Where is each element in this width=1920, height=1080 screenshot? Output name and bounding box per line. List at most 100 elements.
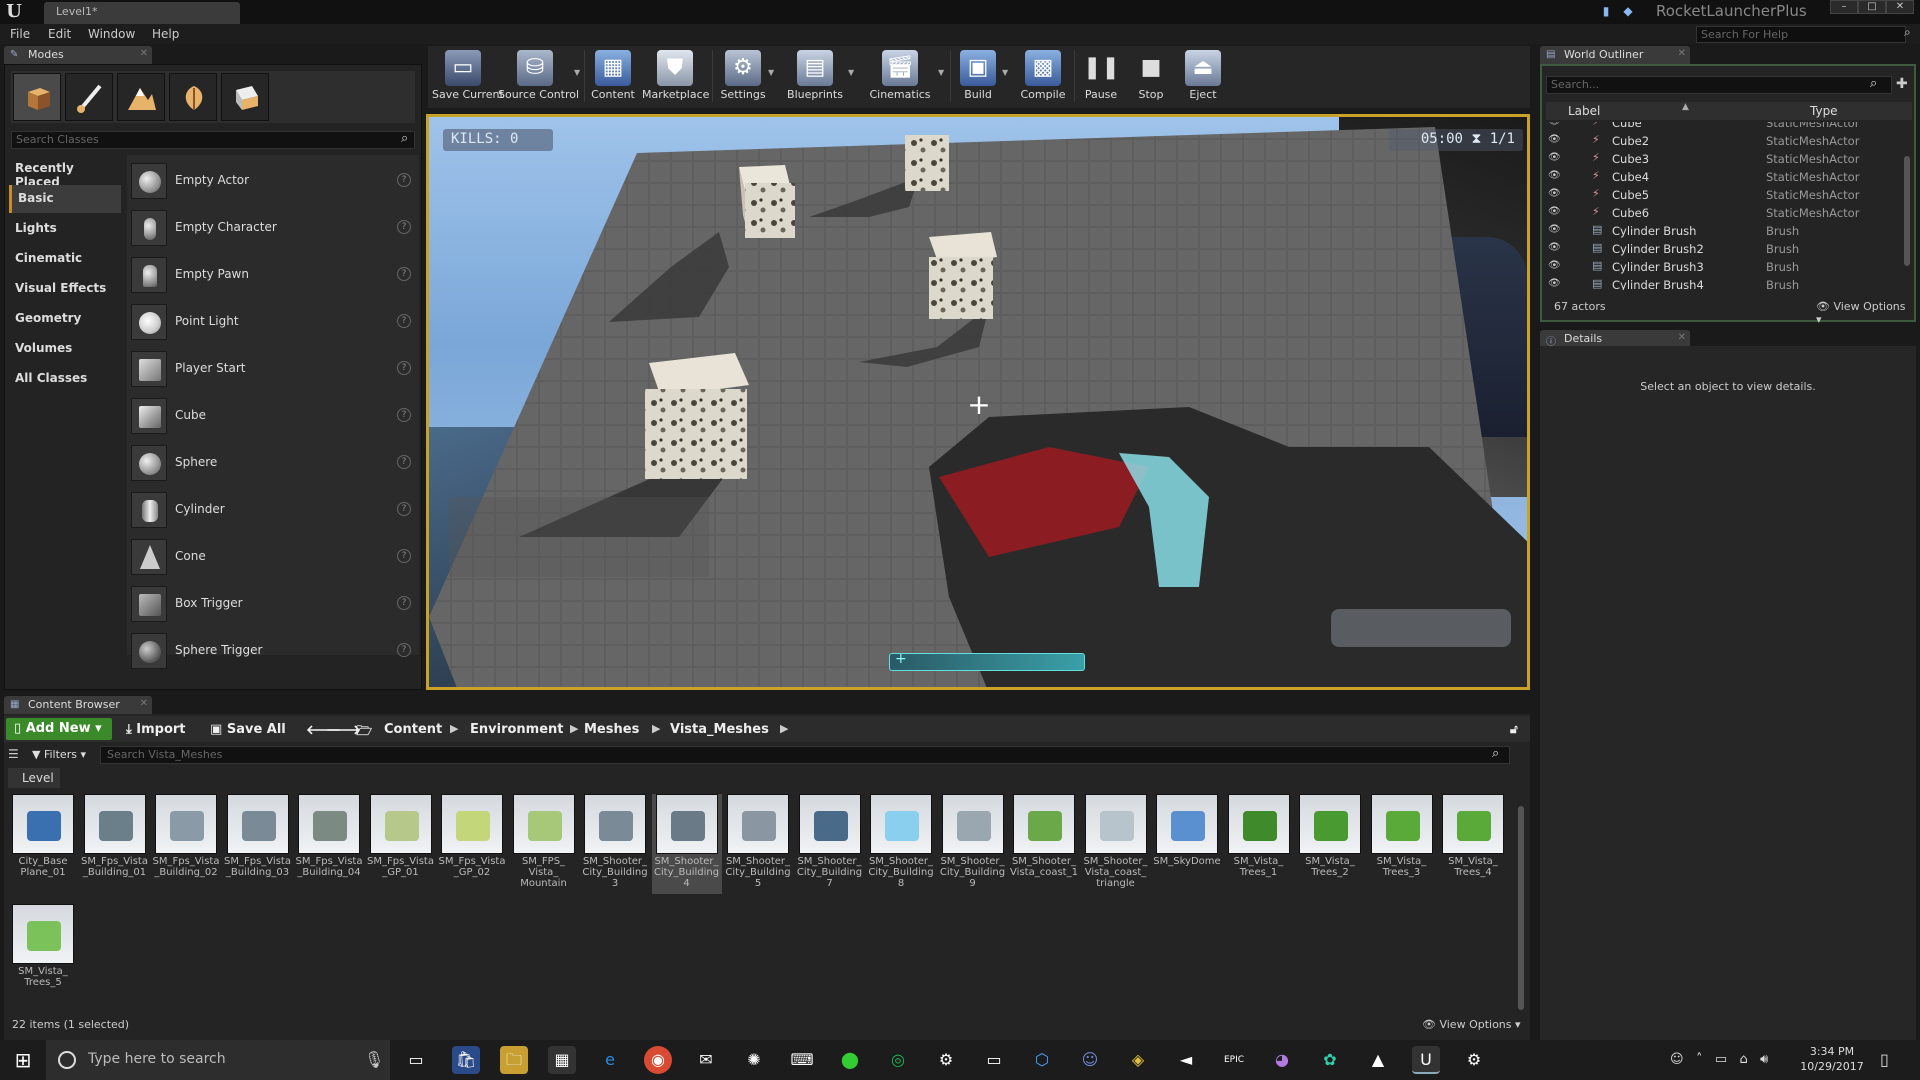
discord-icon[interactable]: ☺ xyxy=(1076,1046,1104,1074)
outliner-search-input[interactable]: Search... xyxy=(1546,76,1892,94)
settings-icon[interactable]: ⚙ xyxy=(1460,1046,1488,1074)
cinematics-button[interactable]: 🎬︎ Cinematics xyxy=(864,48,936,106)
outliner-row[interactable]: 👁︎ ▤ Cylinder Brush4 Brush xyxy=(1546,276,1902,290)
help-icon[interactable]: ? xyxy=(397,643,411,657)
level-filter-chip[interactable]: Level xyxy=(8,768,60,788)
windows-start-icon[interactable]: ⊞ xyxy=(0,1040,46,1080)
class-item-empty-character[interactable]: Empty Character ? xyxy=(127,206,419,253)
visibility-eye-icon[interactable]: 👁︎ xyxy=(1548,278,1562,289)
class-item-cube[interactable]: Cube ? xyxy=(127,394,419,441)
breadcrumb-arrow-icon[interactable]: ▶ xyxy=(450,722,458,735)
asset-tile[interactable]: SM_Shooter_ City_Building 7 xyxy=(795,794,865,894)
asset-tile[interactable]: SM_Fps_Vista _GP_01 xyxy=(366,794,436,894)
asset-tile[interactable]: SM_Fps_Vista _GP_02 xyxy=(437,794,507,894)
search-icon[interactable]: ⌕ xyxy=(401,131,415,149)
stop-button[interactable]: ■ Stop xyxy=(1128,48,1174,106)
system-tray[interactable]: ☺ ˄ ▭ ⌂ 🔊︎ xyxy=(1670,1052,1768,1067)
breadcrumb-arrow-icon[interactable]: ▶ xyxy=(780,722,788,735)
close-icon[interactable]: ✕ xyxy=(140,698,148,709)
media-icon[interactable]: ◄ xyxy=(1172,1046,1200,1074)
lock-icon[interactable]: 🔓︎ xyxy=(1510,722,1518,737)
search-icon[interactable]: ⌕ xyxy=(1904,25,1918,42)
breadcrumb-content[interactable]: Content xyxy=(384,722,442,737)
help-icon[interactable]: ? xyxy=(397,361,411,375)
add-folder-icon[interactable]: ✚ xyxy=(1896,76,1912,94)
close-icon[interactable]: ✕ xyxy=(1678,332,1686,343)
outliner-row[interactable]: 👁︎ ⚡︎ Cube4 StaticMeshActor xyxy=(1546,168,1902,186)
menu-window[interactable]: Window xyxy=(88,27,135,41)
help-icon[interactable]: ? xyxy=(397,549,411,563)
asset-tile[interactable]: SM_Vista_ Trees_4 xyxy=(1438,794,1508,894)
eject-button[interactable]: ⏏ Eject xyxy=(1180,48,1226,106)
category-all-classes[interactable]: All Classes xyxy=(9,365,121,393)
geometry-mode-button[interactable] xyxy=(221,73,269,121)
help-icon[interactable]: ? xyxy=(397,455,411,469)
close-icon[interactable]: ✕ xyxy=(1678,48,1686,59)
xbox-icon[interactable]: ⬤ xyxy=(836,1046,864,1074)
visibility-eye-icon[interactable]: 👁︎ xyxy=(1548,260,1562,271)
search-classes-input[interactable]: Search Classes xyxy=(11,131,415,149)
mail-icon[interactable]: ✉ xyxy=(692,1046,720,1074)
foliage-mode-button[interactable] xyxy=(169,73,217,121)
asset-tile[interactable]: City_Base Plane_01 xyxy=(8,794,78,894)
column-label[interactable]: Label xyxy=(1568,104,1600,118)
class-item-box-trigger[interactable]: Box Trigger ? xyxy=(127,582,419,629)
asset-tile[interactable]: SM_Fps_Vista _Building_03 xyxy=(223,794,293,894)
close-icon[interactable]: ✕ xyxy=(140,48,148,59)
help-icon[interactable]: ? xyxy=(397,502,411,516)
visual-studio-icon[interactable]: ⬡ xyxy=(1028,1046,1056,1074)
category-visual-effects[interactable]: Visual Effects xyxy=(9,275,121,303)
visibility-eye-icon[interactable]: 👁︎ xyxy=(1548,206,1562,217)
cube-app-icon[interactable]: ◈ xyxy=(1124,1046,1152,1074)
tab-content-browser[interactable]: ▦ Content Browser ✕ xyxy=(4,696,152,714)
category-geometry[interactable]: Geometry xyxy=(9,305,121,333)
class-item-sphere-trigger[interactable]: Sphere Trigger ? xyxy=(127,629,419,676)
visibility-eye-icon[interactable]: 👁︎ xyxy=(1548,152,1562,163)
feedback-icon[interactable]: ◆ xyxy=(1620,4,1636,18)
visibility-eye-icon[interactable]: 👁︎ xyxy=(1548,224,1562,235)
asset-tile[interactable]: SM_Vista_ Trees_1 xyxy=(1224,794,1294,894)
import-button[interactable]: ⤓ Import xyxy=(126,722,186,737)
breadcrumb-meshes[interactable]: Meshes xyxy=(584,722,639,737)
breadcrumb-environment[interactable]: Environment xyxy=(470,722,564,737)
marketplace-button[interactable]: ⛊ Marketplace xyxy=(642,48,709,106)
chevron-down-icon[interactable]: ▼ xyxy=(848,68,856,77)
file-explorer-icon[interactable]: 🗀 xyxy=(500,1046,528,1074)
asset-scrollbar[interactable] xyxy=(1518,806,1524,1010)
menu-help[interactable]: Help xyxy=(152,27,179,41)
category-recently-placed[interactable]: Recently Placed xyxy=(9,155,121,189)
asset-tile[interactable]: SM_FPS_ Vista_ Mountain xyxy=(509,794,579,894)
class-item-point-light[interactable]: Point Light ? xyxy=(127,300,419,347)
notifications-icon[interactable]: ▯ xyxy=(1880,1050,1889,1069)
outliner-row[interactable]: 👁︎ ▤ Cylinder Brush Brush xyxy=(1546,222,1902,240)
add-new-button[interactable]: ▯ Add New ▾ xyxy=(6,718,112,740)
category-basic[interactable]: Basic xyxy=(9,185,121,213)
app-icon[interactable]: ✺ xyxy=(740,1046,768,1074)
tab-world-outliner[interactable]: ▤ World Outliner ✕ xyxy=(1540,46,1690,64)
paint-mode-button[interactable] xyxy=(65,73,113,121)
menu-edit[interactable]: Edit xyxy=(48,27,71,41)
class-item-player-start[interactable]: Player Start ? xyxy=(127,347,419,394)
asset-tile[interactable]: SM_Shooter_ Vista_coast_ triangle xyxy=(1081,794,1151,894)
terminal-icon[interactable]: ⌨ xyxy=(788,1046,816,1074)
store-icon[interactable]: 🛍︎ xyxy=(452,1046,480,1074)
outliner-row[interactable]: 👁︎ ⚡︎ Cube2 StaticMeshActor xyxy=(1546,132,1902,150)
maximize-button[interactable]: □ xyxy=(1858,0,1886,14)
asset-tile[interactable]: SM_Shooter_ City_Building 3 xyxy=(580,794,650,894)
class-item-sphere[interactable]: Sphere ? xyxy=(127,441,419,488)
help-icon[interactable]: ? xyxy=(397,173,411,187)
search-icon[interactable]: ⌕ xyxy=(1492,746,1506,761)
category-lights[interactable]: Lights xyxy=(9,215,121,243)
outliner-row[interactable]: 👁︎ ⚡︎ Cube StaticMeshActor xyxy=(1546,122,1902,132)
outliner-row[interactable]: 👁︎ ▤ Cylinder Brush3 Brush xyxy=(1546,258,1902,276)
asset-tile[interactable]: SM_Shooter_ City_Building 8 xyxy=(866,794,936,894)
save-all-button[interactable]: ▣ Save All xyxy=(210,722,286,737)
tab-modes[interactable]: ✎ Modes ✕ xyxy=(4,46,152,64)
pause-button[interactable]: ❚❚ Pause xyxy=(1078,48,1124,106)
help-icon[interactable]: ? xyxy=(397,408,411,422)
github-icon[interactable]: ◕ xyxy=(1268,1046,1296,1074)
chevron-down-icon[interactable]: ▼ xyxy=(938,68,946,77)
chevron-down-icon[interactable]: ▼ xyxy=(768,68,776,77)
class-item-cylinder[interactable]: Cylinder ? xyxy=(127,488,419,535)
visibility-eye-icon[interactable]: 👁︎ xyxy=(1548,188,1562,199)
